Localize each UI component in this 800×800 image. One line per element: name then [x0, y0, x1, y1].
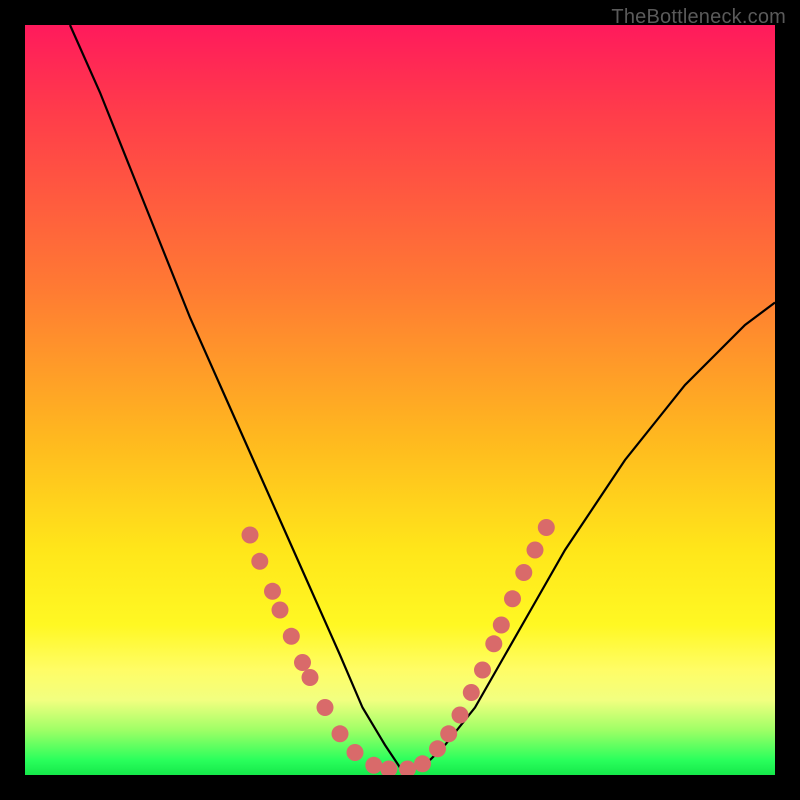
chart-marker: [429, 740, 446, 757]
chart-svg: [25, 25, 775, 775]
chart-marker: [440, 725, 457, 742]
chart-marker: [302, 669, 319, 686]
chart-marker: [493, 617, 510, 634]
watermark-text: TheBottleneck.com: [611, 6, 786, 29]
chart-marker: [538, 519, 555, 536]
chart-marker: [365, 757, 382, 774]
chart-marker: [399, 761, 416, 776]
chart-marker: [283, 628, 300, 645]
chart-marker: [380, 761, 397, 776]
chart-marker: [474, 662, 491, 679]
chart-marker: [264, 583, 281, 600]
chart-marker: [414, 755, 431, 772]
bottleneck-curve: [70, 25, 775, 768]
chart-marker: [272, 602, 289, 619]
chart-marker: [294, 654, 311, 671]
chart-marker: [504, 590, 521, 607]
chart-marker: [485, 635, 502, 652]
chart-marker: [332, 725, 349, 742]
chart-marker: [251, 553, 268, 570]
chart-markers: [242, 519, 555, 775]
chart-marker: [515, 564, 532, 581]
chart-marker: [242, 527, 259, 544]
chart-frame: TheBottleneck.com: [0, 0, 800, 800]
chart-marker: [347, 744, 364, 761]
chart-marker: [317, 699, 334, 716]
chart-plot-area: [25, 25, 775, 775]
chart-marker: [452, 707, 469, 724]
chart-marker: [463, 684, 480, 701]
chart-marker: [527, 542, 544, 559]
